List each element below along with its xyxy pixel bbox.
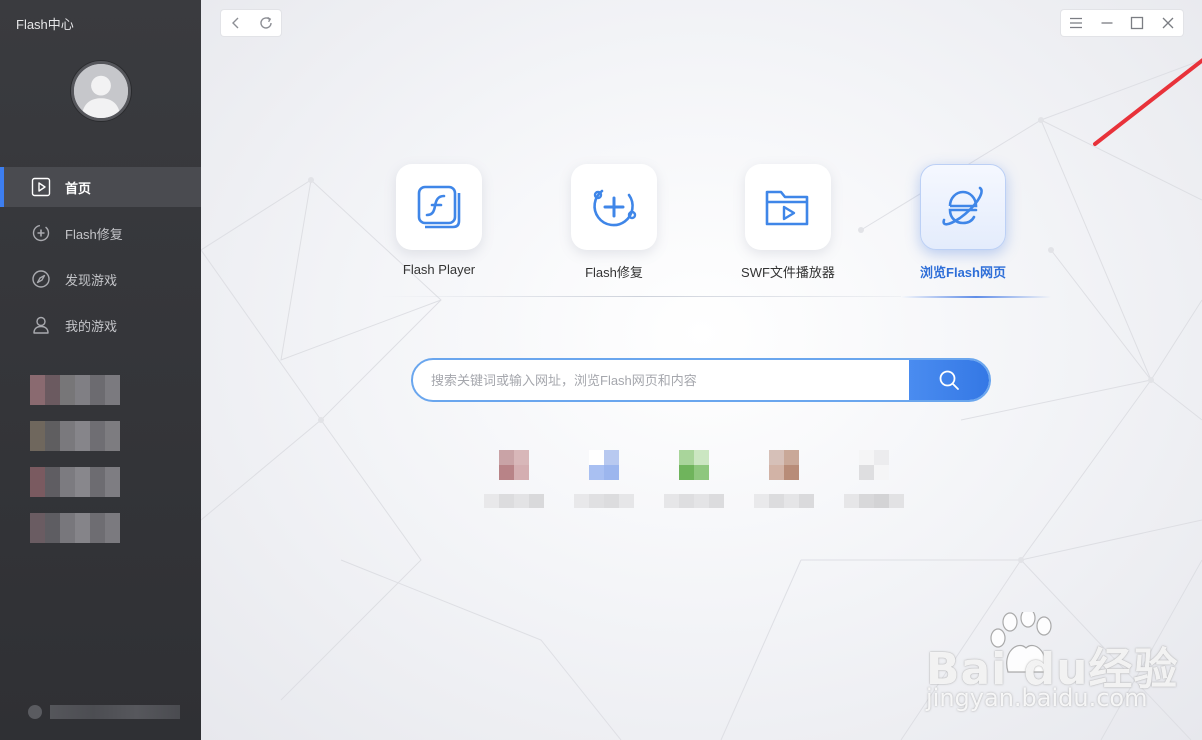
pixelated-block [105,467,120,497]
pixelated-block [45,421,60,451]
tile-label: Flash Player [402,262,476,277]
tiles-divider [381,296,901,297]
pixelated-block [30,513,45,543]
active-tile-indicator [901,296,1051,298]
sidebar-item-label: 我的游戏 [65,318,118,334]
avatar[interactable] [71,61,131,121]
sidebar-footer [28,704,180,720]
sidebar-item-label: 发现游戏 [65,272,118,288]
quick-link-icon [769,450,799,480]
pixelated-block [45,513,60,543]
pixelated-block [45,375,60,405]
pixelated-block [105,421,120,451]
quick-link-item[interactable] [749,450,819,508]
quick-link-label-blurred [664,494,724,508]
recent-game-item[interactable] [30,375,120,405]
annotation-arrow-icon [1093,58,1202,146]
footer-icon [28,705,42,719]
quick-link-label-blurred [574,494,634,508]
recent-games-list [30,375,120,559]
pixelated-block [90,513,105,543]
quick-link-icon [679,450,709,480]
pixelated-block [75,421,90,451]
flash-repair-icon [593,189,637,227]
pixelated-block [75,375,90,405]
flash-player-icon [417,185,461,229]
sidebar-item-discover-games[interactable]: 发现游戏 [0,259,201,299]
browser-e-icon [942,186,983,226]
sidebar: Flash中心 首页 Flash修复 发现游戏 我的游戏 [0,0,201,740]
compass-icon [31,269,51,289]
pixelated-block [105,513,120,543]
tile-label: SWF文件播放器 [741,265,835,280]
quick-link-icon [589,450,619,480]
tile-icon-box [920,164,1006,250]
quick-link-item[interactable] [839,450,909,508]
recent-game-item[interactable] [30,513,120,543]
quick-link-icon [859,450,889,480]
sidebar-item-label: Flash修复 [65,226,123,242]
tile-swf-player[interactable]: SWF文件播放器 [713,164,863,281]
sidebar-item-home[interactable]: 首页 [0,167,201,207]
pixelated-block [105,375,120,405]
play-square-icon [31,177,51,197]
pixelated-block [60,375,75,405]
tile-browse-flash[interactable]: 浏览Flash网页 [888,164,1038,281]
refresh-icon[interactable] [256,13,276,33]
sidebar-item-my-games[interactable]: 我的游戏 [0,305,201,345]
pixelated-block [60,421,75,451]
pixelated-block [75,467,90,497]
tile-icon-box [571,164,657,250]
tile-flash-repair[interactable]: Flash修复 [539,164,689,281]
search-button[interactable] [909,360,989,400]
quick-link-item[interactable] [479,450,549,508]
pixelated-block [45,467,60,497]
pixelated-block [30,467,45,497]
repair-plus-icon [31,223,51,243]
quick-link-label-blurred [484,494,544,508]
feature-tiles: Flash Player Flash修复 SWF文件播放器 浏览Flash网页 [201,164,1202,304]
search-input[interactable] [413,360,909,400]
quick-link-label-blurred [754,494,814,508]
sidebar-nav: 首页 Flash修复 发现游戏 我的游戏 [0,167,201,351]
app-title: Flash中心 [16,17,74,32]
sidebar-item-label: 首页 [65,180,92,196]
chevron-left-icon[interactable] [226,13,246,33]
pixelated-block [30,375,45,405]
quick-link-icon [499,450,529,480]
watermark-url: jingyan.baidu.com [926,684,1148,712]
pixelated-block [75,513,90,543]
recent-game-item[interactable] [30,467,120,497]
quick-link-item[interactable] [659,450,729,508]
search-icon [939,370,959,390]
tile-icon-box [745,164,831,250]
pixelated-block [90,421,105,451]
user-icon [31,315,51,335]
footer-text-blurred [50,705,180,719]
pixelated-block [60,467,75,497]
tile-label: 浏览Flash网页 [920,265,1006,280]
tile-flash-player[interactable]: Flash Player [364,164,514,277]
pixelated-block [30,421,45,451]
sidebar-item-flash-repair[interactable]: Flash修复 [0,213,201,253]
pixelated-block [60,513,75,543]
quick-link-label-blurred [844,494,904,508]
tile-label: Flash修复 [585,265,643,280]
pixelated-block [90,375,105,405]
swf-folder-play-icon [765,190,809,226]
search-box [411,358,991,402]
recent-game-item[interactable] [30,421,120,451]
quick-link-item[interactable] [569,450,639,508]
tile-icon-box [396,164,482,250]
user-avatar-icon [74,64,128,118]
pixelated-block [90,467,105,497]
navigation-buttons [221,10,281,36]
